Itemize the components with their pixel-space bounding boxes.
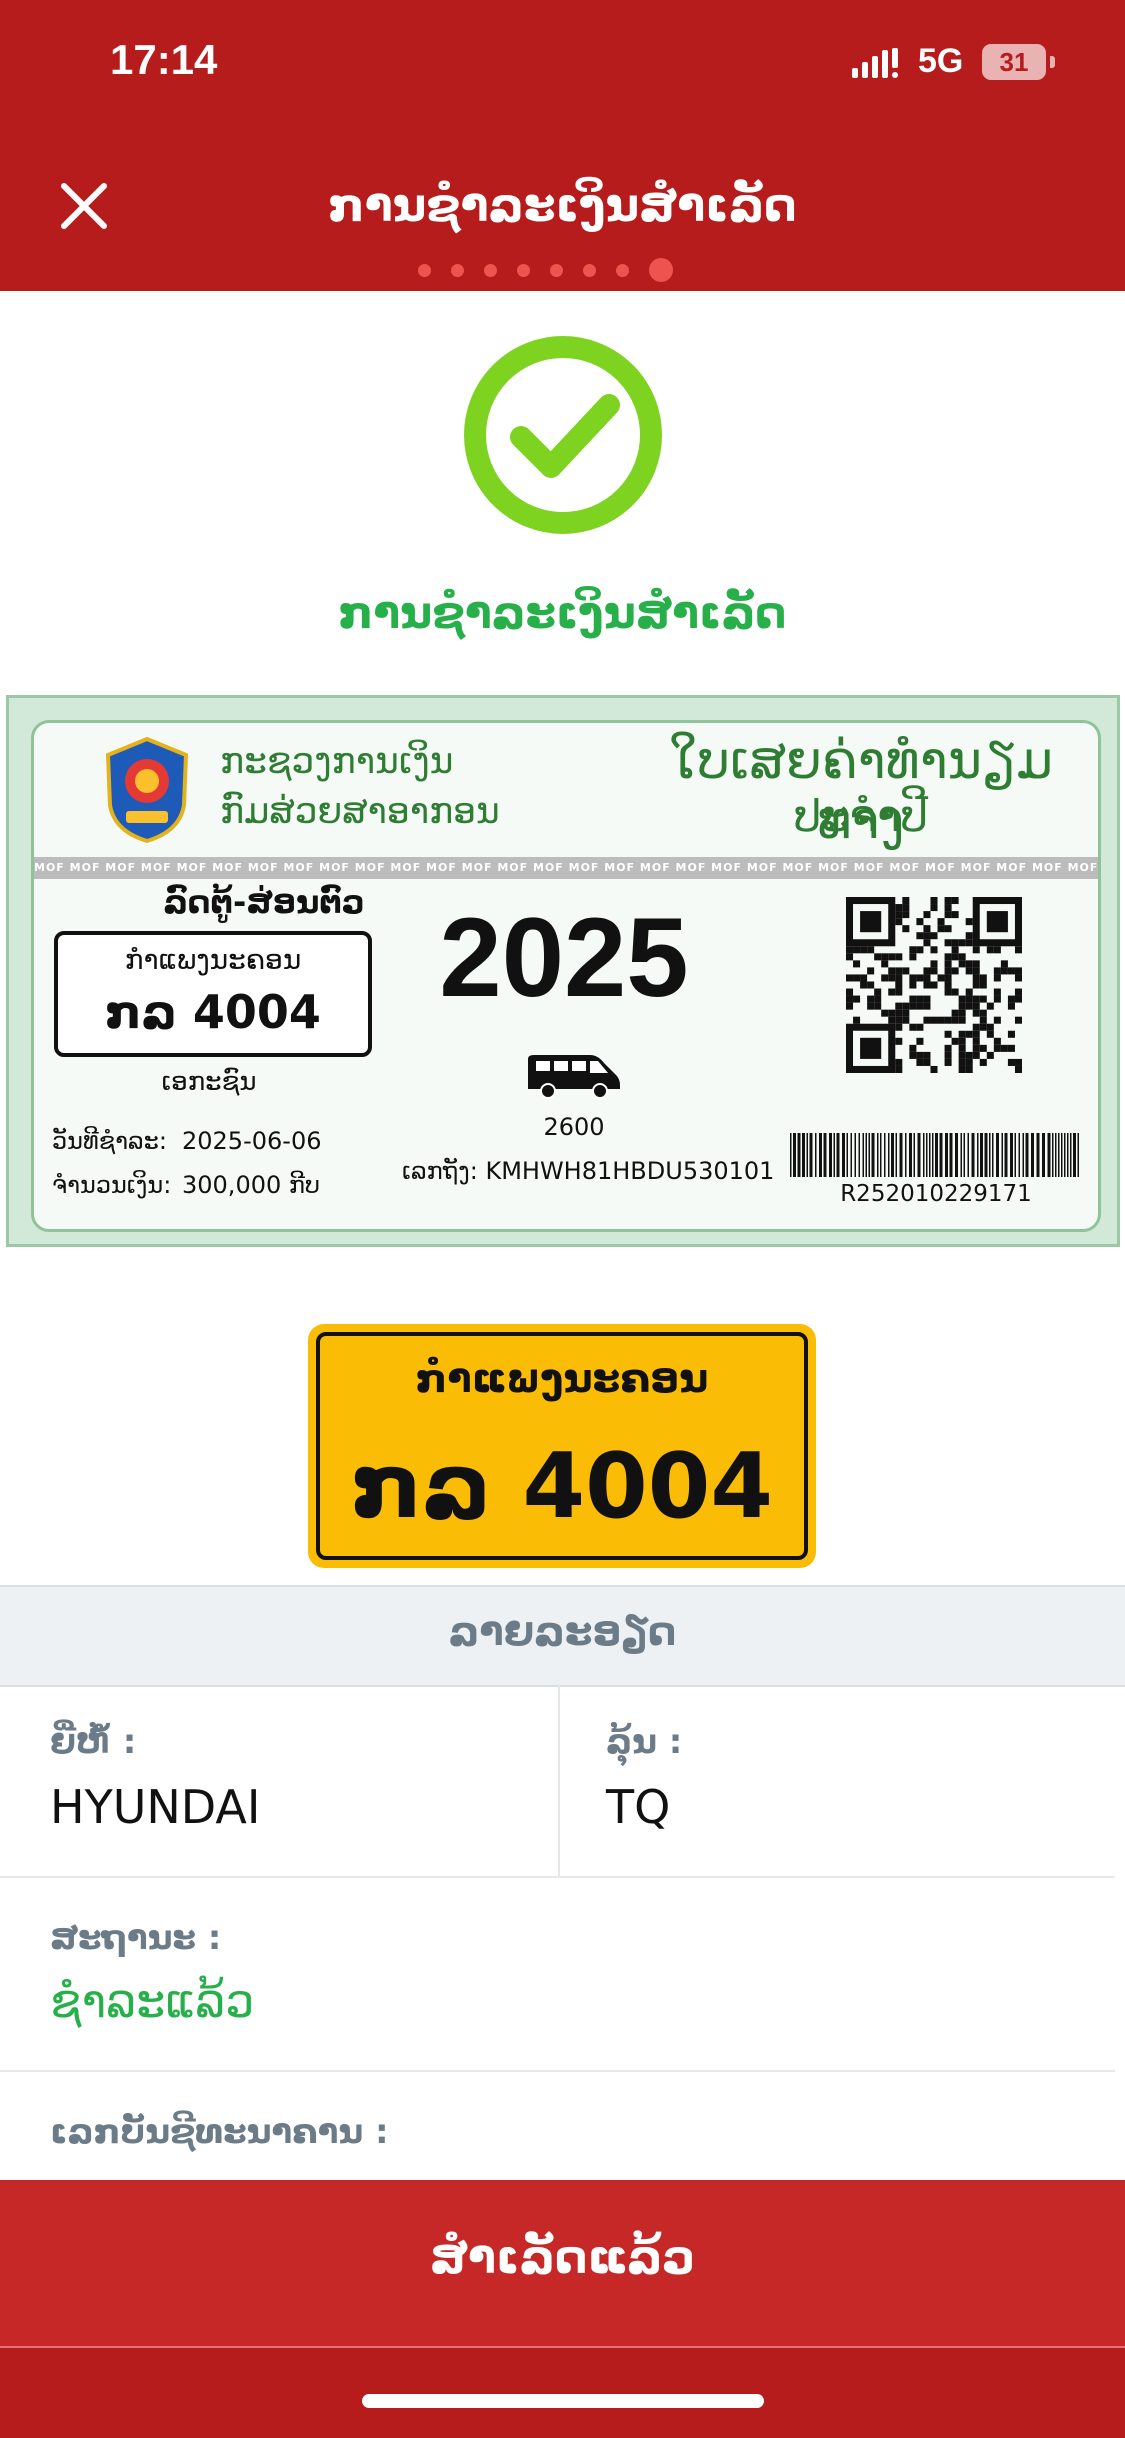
- vehicle-use: ເອກະຊົນ: [161, 1067, 257, 1097]
- mof-band: MOF MOF MOF MOF MOF MOF MOF MOF MOF MOF …: [34, 857, 1098, 879]
- org-name-line1: ກະຊວງການເງິນ: [220, 741, 454, 782]
- details-section-header: ລາຍລະອຽດ: [0, 1585, 1125, 1687]
- status-time: 17:14: [110, 36, 218, 83]
- model-value: TQ: [606, 1780, 671, 1834]
- amount-label: ຈຳນວນເງິນ:: [52, 1171, 172, 1199]
- payment-date-value: 2025-06-06: [182, 1127, 322, 1155]
- signal-icon: [852, 48, 898, 78]
- home-indicator[interactable]: [362, 2394, 764, 2408]
- done-button[interactable]: ສຳເລັດແລ້ວ: [0, 2180, 1125, 2346]
- progress-dots: [418, 258, 673, 282]
- details-title: ລາຍລະອຽດ: [448, 1609, 677, 1655]
- row-divider: [0, 1876, 1115, 1878]
- done-button-label: ສຳເລັດແລ້ວ: [429, 2230, 696, 2284]
- progress-dot-active: [649, 258, 673, 282]
- progress-dot: [451, 263, 464, 277]
- bank-account-label: ເລກບັນຊີທະນາຄານ :: [50, 2112, 389, 2152]
- battery-tip: [1050, 56, 1055, 68]
- plate-number: ກລ 4004: [350, 1434, 774, 1539]
- tax-year: 2025: [439, 895, 689, 1020]
- battery-level: 31: [999, 47, 1029, 77]
- progress-dot: [484, 263, 497, 277]
- mini-plate: ກຳແພງນະຄອນ ກລ 4004: [54, 931, 372, 1057]
- van-icon: [528, 1055, 620, 1099]
- progress-dot: [583, 263, 596, 277]
- barcode-icon: [790, 1133, 1079, 1177]
- receipt-number: R252010229171: [840, 1181, 1032, 1207]
- qr-code-icon: [846, 897, 1022, 1073]
- license-plate: ກຳແພງນະຄອນ ກລ 4004: [308, 1324, 816, 1568]
- brand-label: ຍີ່ຫໍ້ :: [50, 1722, 137, 1762]
- progress-dot: [550, 263, 563, 277]
- plate-province: ກຳແພງນະຄອນ: [415, 1356, 709, 1402]
- certificate-body: ກະຊວງການເງິນ ກົມສ່ວຍສາອາກອນ ໃບເສຍຄ່າທຳນຽ…: [31, 720, 1101, 1232]
- bottom-safe-area: [0, 2346, 1125, 2438]
- payment-date-label: ວັນທີຊຳລະ:: [52, 1127, 167, 1155]
- vehicle-type: ລົດຕູ້-ສ່ອນຕົວ: [163, 883, 365, 921]
- license-plate-border: ກຳແພງນະຄອນ ກລ 4004: [316, 1332, 808, 1560]
- row-divider: [0, 2070, 1115, 2072]
- success-message: ການຊຳລະເງິນສຳເລັດ: [338, 588, 787, 639]
- page-title: ການຊຳລະເງິນສຳເລັດ: [328, 178, 797, 232]
- brand-value: HYUNDAI: [50, 1780, 261, 1834]
- engine-capacity: 2600: [543, 1113, 605, 1141]
- check-circle-icon: [464, 336, 662, 534]
- column-divider: [558, 1685, 560, 1877]
- network-type: 5G: [918, 42, 964, 80]
- progress-dot: [418, 263, 431, 277]
- mini-plate-number: ກລ 4004: [105, 985, 321, 1039]
- road-tax-certificate: ກະຊວງການເງິນ ກົມສ່ວຍສາອາກອນ ໃບເສຍຄ່າທຳນຽ…: [6, 695, 1120, 1247]
- progress-dot: [616, 263, 629, 277]
- status-value: ຊຳລະແລ້ວ: [50, 1974, 255, 2028]
- org-name-line2: ກົມສ່ວຍສາອາກອນ: [220, 791, 500, 832]
- ministry-emblem-icon: [105, 736, 189, 844]
- chassis-number: ເລກຖັງ: KMHWH81HBDU530101: [402, 1157, 775, 1185]
- doc-title-line2: ປະຈຳປີ: [793, 791, 929, 842]
- progress-dot: [517, 263, 530, 277]
- battery-icon: 31: [982, 44, 1046, 80]
- amount-value: 300,000 ກີບ: [182, 1171, 320, 1199]
- mini-plate-province: ກຳແພງນະຄອນ: [124, 943, 302, 976]
- app-header: 17:14 5G 31 ການຊຳລະເງິນສຳເລັດ: [0, 0, 1125, 291]
- status-label: ສະຖານະ :: [50, 1918, 222, 1958]
- model-label: ລຸ້ນ :: [606, 1722, 683, 1762]
